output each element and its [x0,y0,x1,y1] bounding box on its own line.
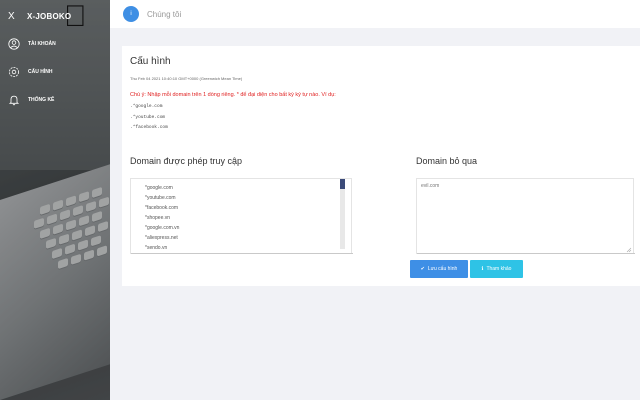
sidebar-item-stats[interactable]: Thống kê [0,90,110,110]
ignored-domains-textarea[interactable]: evil.com [416,178,635,254]
scrollbar[interactable] [340,179,345,249]
check-icon: ✔ [420,266,425,272]
sidebar-item-settings[interactable]: Cấu hình [0,62,110,82]
save-config-label: Lưu cấu hình [427,266,458,272]
list-item: *facebook.com [145,205,179,211]
example-domain: .*facebook.com [130,125,168,130]
list-item: *google.com.vn [145,225,180,231]
top-bar-title[interactable]: Chúng tôi [147,10,181,19]
info-badge[interactable]: i [123,6,139,22]
gear-icon [9,67,19,77]
config-card: Cấu hình Thu Feb 04 2021 10:40:10 GMT+00… [122,46,640,286]
ignored-domain-value: evil.com [421,183,440,189]
timestamp: Thu Feb 04 2021 10:40:10 GMT+0000 (Green… [130,76,243,81]
bell-icon [8,95,20,106]
save-config-button[interactable]: ✔ Lưu cấu hình [410,260,468,278]
sidebar-item-account[interactable]: Tài khoản [0,34,110,54]
list-item: *youtube.com [145,195,176,201]
list-item: *google.com [145,185,173,191]
sidebar-item-label: Cấu hình [28,69,53,75]
allowed-domains-title: Domain được phép truy cập [130,156,242,166]
ignored-domains-title: Domain bỏ qua [416,156,478,166]
close-icon[interactable]: X [8,11,22,22]
list-item: *sendo.vn [145,245,168,251]
sidebar-item-label: Tài khoản [28,41,56,47]
sidebar-item-label: Thống kê [28,97,55,103]
list-item: *aliexpress.net [145,235,178,241]
app-title: X-JOBOKO [27,11,72,21]
reference-button[interactable]: ℹ Tham khảo [470,260,523,278]
sidebar:  X X-JOBOKO Tài khoản Cấu hình Thống kê [0,0,110,400]
info-icon: ℹ [481,266,484,272]
instruction-note: Chú ý: Nhập mỗi domain trên 1 dòng riêng… [130,92,336,98]
allowed-domains-textarea[interactable]: *google.com *youtube.com *facebook.com *… [130,178,353,254]
allowed-domains-list: *google.com *youtube.com *facebook.com *… [145,183,179,253]
list-item: *shopee.vn [145,215,171,221]
sidebar-header: X X-JOBOKO [0,8,110,24]
scrollbar-thumb[interactable] [340,179,345,189]
sidebar-background-photo:  [0,0,110,400]
user-icon [8,38,20,50]
page-title: Cấu hình [130,56,171,67]
example-domain: .*youtube.com [130,115,166,120]
reference-label: Tham khảo [486,266,512,272]
example-domain: .*google.com [130,104,163,109]
top-bar: i Chúng tôi [110,0,640,28]
